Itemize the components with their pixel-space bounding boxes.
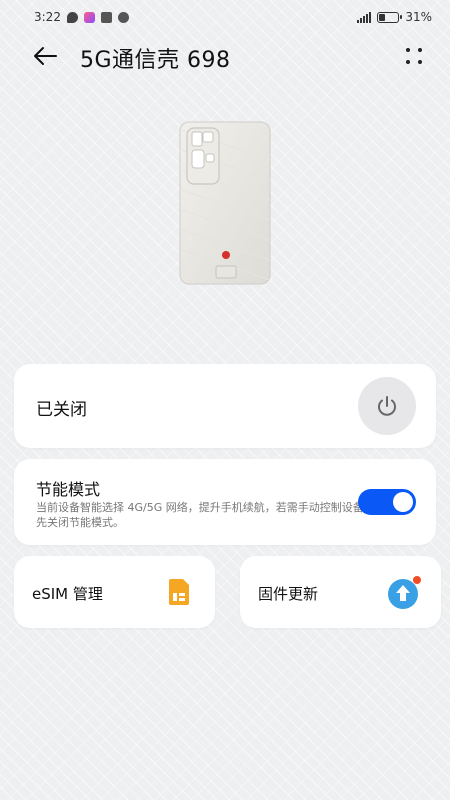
esim-management-card[interactable]: eSIM 管理 bbox=[14, 556, 215, 628]
status-time: 3:22 bbox=[34, 10, 61, 24]
firmware-update-label: 固件更新 bbox=[258, 585, 319, 603]
app-bar: 5G通信壳 698 bbox=[0, 34, 450, 78]
eco-mode-card: 节能模式 当前设备智能选择 4G/5G 网络，提升手机续航，若需手动控制设备先关… bbox=[14, 459, 436, 545]
eco-mode-toggle[interactable] bbox=[358, 489, 416, 515]
battery-percentage: 31% bbox=[405, 10, 432, 24]
firmware-update-card[interactable]: 固件更新 bbox=[240, 556, 441, 628]
upload-arrow-icon bbox=[388, 576, 421, 609]
power-button[interactable] bbox=[358, 377, 416, 435]
sim-card-icon bbox=[169, 579, 189, 605]
more-options-button[interactable] bbox=[400, 42, 428, 70]
back-button[interactable] bbox=[28, 40, 62, 72]
power-icon bbox=[378, 396, 396, 416]
chat-bubble-icon bbox=[66, 11, 78, 23]
battery-level-fill bbox=[379, 13, 385, 21]
battery-icon bbox=[377, 11, 403, 23]
status-left: 3:22 bbox=[34, 10, 129, 24]
phone-case-image bbox=[179, 121, 271, 285]
eco-mode-description: 当前设备智能选择 4G/5G 网络，提升手机续航，若需手动控制设备先关闭节能模式… bbox=[36, 501, 364, 529]
esim-management-label: eSIM 管理 bbox=[32, 585, 103, 603]
arrow-left-icon bbox=[34, 47, 57, 65]
toggle-knob bbox=[393, 492, 413, 512]
app-notification-icon bbox=[83, 11, 95, 23]
status-bar: 3:22 31% bbox=[0, 0, 450, 34]
update-badge bbox=[413, 576, 421, 584]
page-title: 5G通信壳 698 bbox=[80, 48, 231, 73]
sync-icon bbox=[117, 11, 129, 23]
signal-icon bbox=[357, 11, 372, 23]
power-status-card: 已关闭 bbox=[14, 364, 436, 448]
power-status-label: 已关闭 bbox=[36, 400, 87, 420]
four-dots-icon bbox=[406, 48, 410, 52]
eco-mode-title: 节能模式 bbox=[36, 480, 101, 499]
status-right: 31% bbox=[357, 10, 432, 24]
mail-icon bbox=[100, 11, 112, 23]
